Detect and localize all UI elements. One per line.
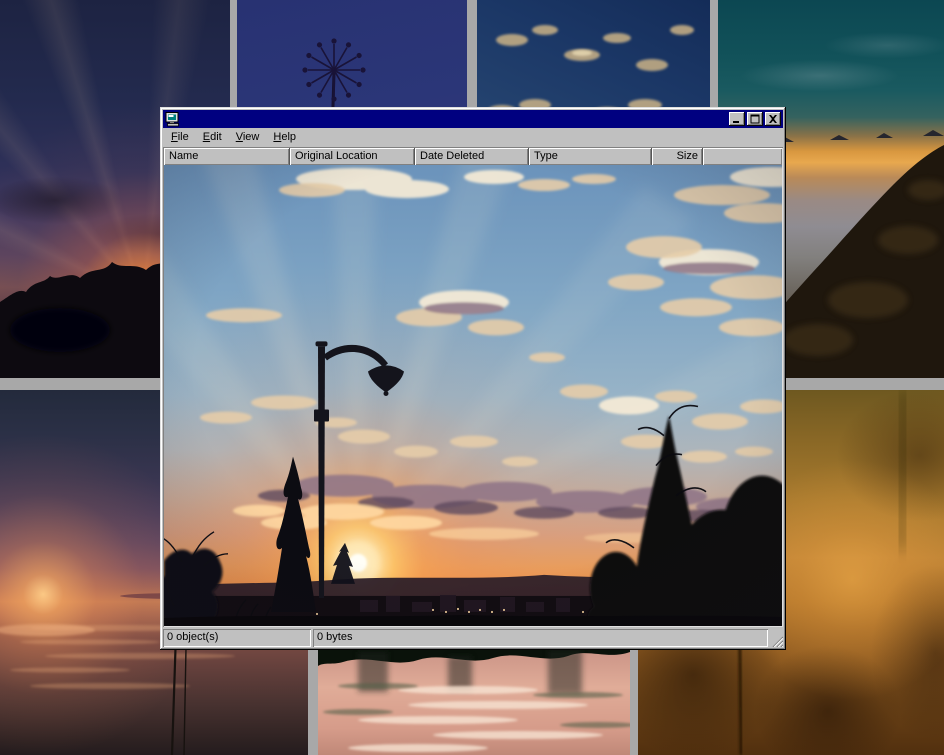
menu-help[interactable]: Help xyxy=(266,129,303,146)
computer-window-icon[interactable] xyxy=(165,111,181,127)
column-header-filler xyxy=(703,148,782,165)
column-header-original-location[interactable]: Original Location xyxy=(290,148,415,165)
titlebar[interactable] xyxy=(163,110,783,128)
menu-view[interactable]: View xyxy=(229,129,267,146)
column-header-row: Name Original Location Date Deleted Type… xyxy=(164,148,782,165)
status-total-size: 0 bytes xyxy=(313,629,768,647)
recycle-bin-window: File Edit View Help Name Original Locati… xyxy=(160,107,786,650)
menu-edit[interactable]: Edit xyxy=(196,129,229,146)
column-header-type[interactable]: Type xyxy=(529,148,652,165)
column-header-size[interactable]: Size xyxy=(652,148,703,165)
status-bar: 0 object(s) 0 bytes xyxy=(163,629,783,647)
close-button[interactable] xyxy=(765,112,781,126)
column-header-name[interactable]: Name xyxy=(164,148,290,165)
column-header-date-deleted[interactable]: Date Deleted xyxy=(415,148,529,165)
minimize-button[interactable] xyxy=(729,112,745,126)
list-view: Name Original Location Date Deleted Type… xyxy=(163,147,783,627)
menu-bar: File Edit View Help xyxy=(163,128,783,146)
status-object-count: 0 object(s) xyxy=(163,629,311,647)
menu-file[interactable]: File xyxy=(164,129,196,146)
resize-grip[interactable] xyxy=(770,629,783,647)
content-photo-sunset-streetlamp xyxy=(164,165,782,626)
maximize-button[interactable] xyxy=(747,112,763,126)
desktop-collage: File Edit View Help Name Original Locati… xyxy=(0,0,944,755)
